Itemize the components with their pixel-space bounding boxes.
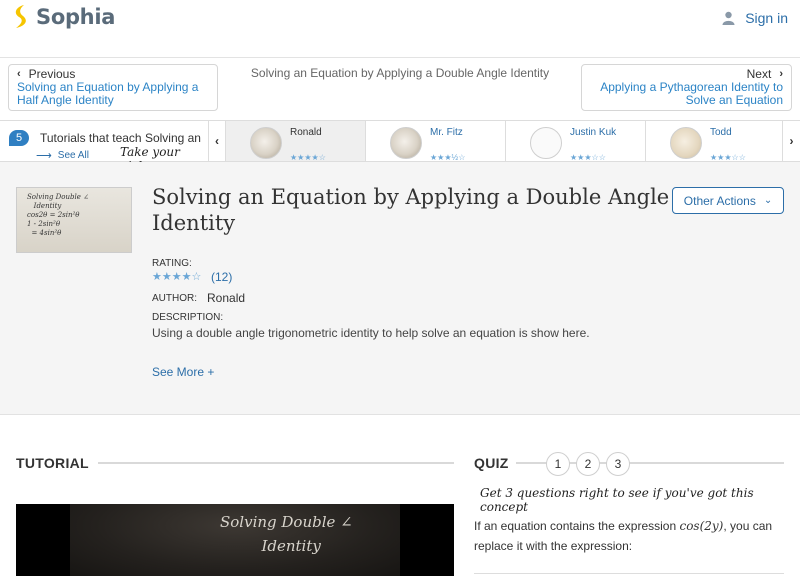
author-label: AUTHOR: bbox=[152, 293, 197, 304]
tutorial-card[interactable]: Todd ★★★☆☆ bbox=[646, 121, 786, 162]
quiz-question: If an equation contains the expression c… bbox=[474, 516, 784, 556]
strip-scroll-left-button[interactable]: ‹ bbox=[208, 121, 226, 161]
previous-tutorial-button[interactable]: ‹ Previous Solving an Equation by Applyi… bbox=[8, 64, 218, 111]
tutorials-strip: 5 Tutorials that teach Solving an Equati… bbox=[0, 120, 800, 173]
quiz-question-2-button[interactable]: 2 bbox=[576, 452, 600, 476]
chevron-down-icon: ⌄ bbox=[763, 195, 773, 206]
strip-intro: 5 Tutorials that teach Solving an Equati… bbox=[0, 121, 210, 173]
tutorial-video-thumbnail[interactable]: Solving Double ∠ Identity cos2θ = 2sin²θ 1… bbox=[16, 187, 132, 253]
previous-label-row: ‹ Previous bbox=[17, 67, 209, 81]
other-actions-label: Other Actions bbox=[683, 193, 756, 208]
tutorial-video-player[interactable]: Solving Double ∠ Identity bbox=[16, 504, 454, 576]
description-label: DESCRIPTION: bbox=[152, 312, 224, 323]
quiz-question-1-button[interactable]: 1 bbox=[546, 452, 570, 476]
see-all-link[interactable]: ⟶ See All bbox=[36, 149, 89, 162]
quiz-hint: Get 3 questions right to see if you've g… bbox=[480, 486, 754, 514]
tutorial-heading: TUTORIAL bbox=[16, 455, 89, 471]
rating-stars-icon: ★★★★☆ bbox=[290, 153, 326, 162]
quiz-question-pre: If an equation contains the expression bbox=[474, 519, 680, 533]
rating-stars-icon: ★★★½☆ bbox=[430, 153, 466, 162]
site-header: Sophia Sign in bbox=[0, 0, 800, 58]
chevron-left-icon: ‹ bbox=[17, 68, 21, 80]
quiz-heading: QUIZ bbox=[474, 455, 509, 471]
tutorial-author: Mr. Fitz bbox=[430, 127, 463, 138]
tutorial-heading-rule bbox=[98, 462, 454, 464]
tutorial-author: Justin Kuk bbox=[570, 127, 617, 138]
tutorial-title: Solving an Equation by Applying a Double… bbox=[152, 185, 670, 235]
sign-in-label: Sign in bbox=[745, 10, 788, 26]
arrow-right-icon: ⟶ bbox=[36, 150, 52, 162]
chevron-right-icon: › bbox=[779, 68, 783, 80]
tutorial-info-panel: Solving Double ∠ Identity cos2θ = 2sin²θ 1… bbox=[0, 162, 800, 415]
rating-stars-icon: ★★★☆☆ bbox=[570, 153, 606, 162]
current-tutorial-title: Solving an Equation by Applying a Double… bbox=[250, 66, 550, 80]
tutorial-card[interactable]: Ronald ★★★★☆ bbox=[226, 121, 366, 162]
rating-stars-icon: ★★★☆☆ bbox=[710, 153, 746, 162]
strip-title: Tutorials that teach Solving an Equation… bbox=[40, 131, 205, 145]
video-frame: Solving Double ∠ Identity bbox=[70, 504, 400, 576]
rating-stars-icon: ★★★★☆ bbox=[152, 271, 202, 283]
quiz-question-3-button[interactable]: 3 bbox=[606, 452, 630, 476]
quiz-divider bbox=[474, 573, 784, 574]
see-all-label: See All bbox=[57, 150, 89, 161]
tutorial-author: Todd bbox=[710, 127, 732, 138]
next-tutorial-title[interactable]: Applying a Pythagorean Identity to Solve… bbox=[590, 81, 783, 107]
rating-count-link[interactable]: (12) bbox=[211, 270, 232, 284]
tutorial-count-badge: 5 bbox=[9, 130, 29, 146]
other-actions-dropdown[interactable]: Other Actions ⌄ bbox=[672, 187, 784, 214]
rating-label: RATING: bbox=[152, 258, 192, 269]
strip-scroll-right-button[interactable]: › bbox=[782, 121, 800, 161]
sophia-logo[interactable]: Sophia bbox=[10, 4, 115, 30]
tutorial-card[interactable]: Mr. Fitz ★★★½☆ bbox=[366, 121, 506, 162]
thumbnail-handwriting-image: Solving Double ∠ Identity cos2θ = 2sin²θ 1… bbox=[27, 193, 89, 237]
see-more-link[interactable]: See More + bbox=[152, 365, 214, 379]
author-name: Ronald bbox=[207, 291, 246, 305]
tutorial-nav: ‹ Previous Solving an Equation by Applyi… bbox=[0, 58, 800, 120]
tutorial-author: Ronald bbox=[290, 127, 322, 138]
tutorial-thumbnail bbox=[250, 127, 282, 159]
quiz-question-math: cos(2y) bbox=[679, 519, 724, 533]
tutorial-card[interactable]: Justin Kuk ★★★☆☆ bbox=[506, 121, 646, 162]
previous-tutorial-title[interactable]: Solving an Equation by Applying a Half A… bbox=[17, 81, 209, 107]
user-icon bbox=[722, 11, 735, 25]
tutorial-thumbnail bbox=[530, 127, 562, 159]
tutorial-thumbnail bbox=[670, 127, 702, 159]
description-text: Using a double angle trigonometric ident… bbox=[152, 326, 590, 340]
next-label: Next bbox=[746, 67, 772, 81]
sophia-logo-icon bbox=[15, 5, 26, 28]
brand-name: Sophia bbox=[36, 5, 116, 29]
video-handwriting-image: Solving Double ∠ Identity bbox=[220, 513, 353, 555]
tutorial-thumbnail bbox=[390, 127, 422, 159]
previous-label: Previous bbox=[28, 67, 76, 81]
sign-in-link[interactable]: Sign in bbox=[722, 10, 788, 26]
next-label-row: Next › bbox=[590, 67, 783, 81]
next-tutorial-button[interactable]: Next › Applying a Pythagorean Identity t… bbox=[581, 64, 792, 111]
